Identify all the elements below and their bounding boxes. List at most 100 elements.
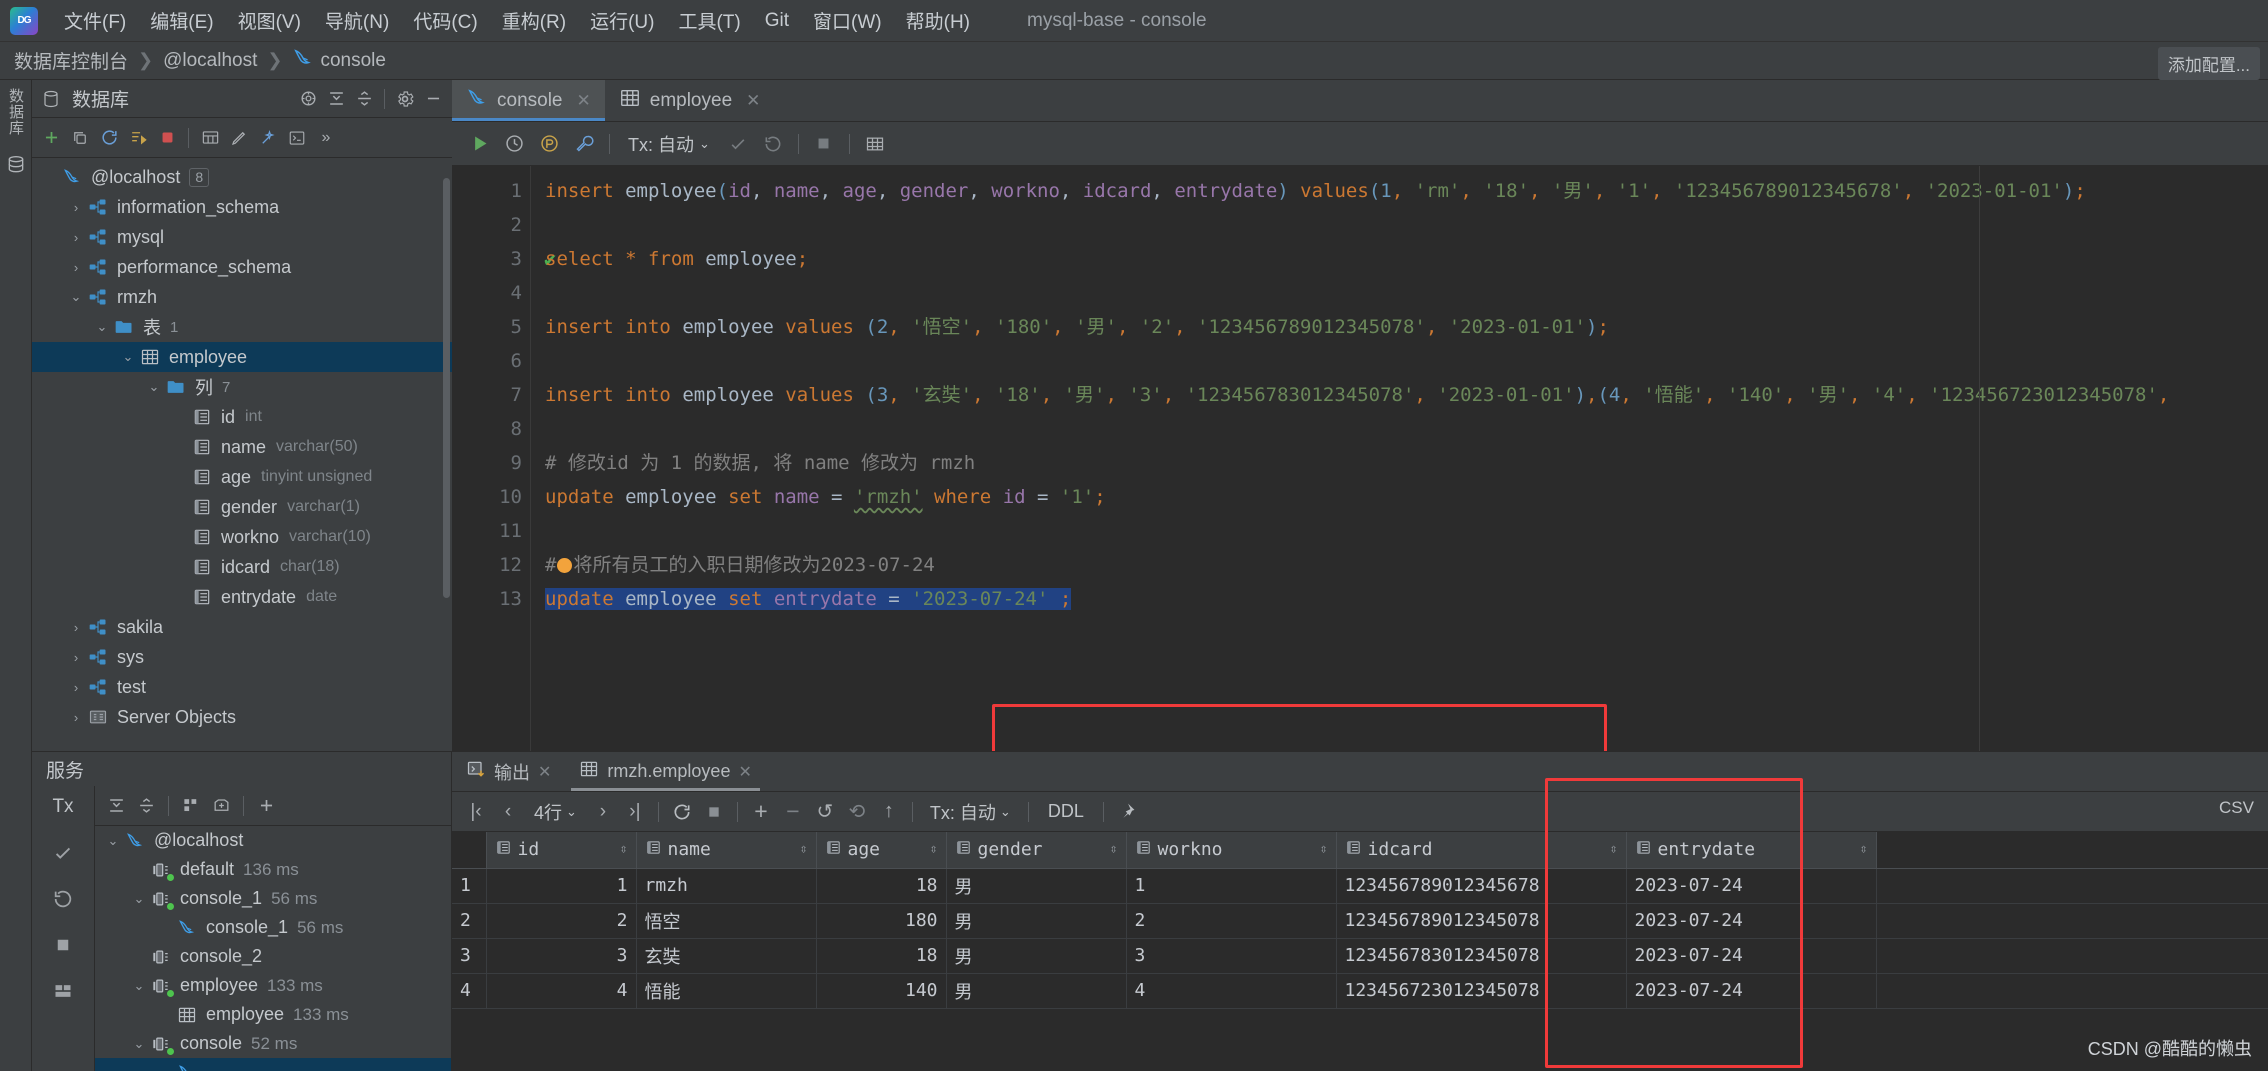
refresh-icon[interactable] (668, 798, 696, 826)
tx-mode-button[interactable]: Tx (48, 792, 78, 822)
close-icon[interactable]: ✕ (538, 762, 551, 782)
code-line[interactable]: insert into employee values (3, '玄奘', '1… (531, 378, 2268, 412)
services-tree-node[interactable]: ⌄ @localhost (95, 826, 451, 855)
db-tree-node[interactable]: id int (32, 402, 452, 432)
menu-code[interactable]: 代码(C) (401, 4, 489, 37)
database-tree[interactable]: @localhost 8 › information_schema › mysql › per… (32, 158, 452, 751)
add-service-icon[interactable] (253, 793, 279, 819)
menu-refactor[interactable]: 重构(R) (490, 4, 578, 37)
explain-plan-icon[interactable] (534, 129, 564, 159)
db-tree-node[interactable]: entrydate date (32, 582, 452, 612)
stop-icon[interactable] (700, 798, 728, 826)
revert-changes-button[interactable]: ↺ (811, 798, 839, 826)
cell-id[interactable]: 2 (486, 903, 637, 939)
cell-id[interactable]: 1 (486, 868, 637, 904)
db-tree-node[interactable]: › test (32, 672, 452, 702)
db-tree-node[interactable]: name varchar(50) (32, 432, 452, 462)
cell-entrydate[interactable]: 2023-07-24 (1626, 938, 1877, 974)
database-stack-icon[interactable] (3, 152, 29, 178)
chevron-right-icon[interactable]: › (66, 620, 86, 635)
add-configuration-button[interactable]: 添加配置... (2157, 47, 2260, 80)
menu-file[interactable]: 文件(F) (52, 4, 138, 37)
refresh-icon[interactable] (96, 125, 122, 151)
menu-help[interactable]: 帮助(H) (894, 4, 982, 37)
magic-icon[interactable] (255, 125, 281, 151)
menu-run[interactable]: 运行(U) (578, 4, 666, 37)
cell-entrydate[interactable]: 2023-07-24 (1626, 868, 1877, 904)
editor-tab-console[interactable]: console ✕ (452, 80, 605, 121)
db-tree-node[interactable]: idcard char(18) (32, 552, 452, 582)
cell-workno[interactable]: 4 (1126, 973, 1337, 1009)
cell-idcard[interactable]: 123456723012345078 (1336, 973, 1627, 1009)
cell-id[interactable]: 4 (486, 973, 637, 1009)
services-tree-node[interactable]: employee 133 ms (95, 1000, 451, 1029)
stop-icon[interactable] (809, 129, 839, 159)
gear-icon[interactable] (392, 86, 418, 112)
expand-all-icon[interactable] (103, 793, 129, 819)
cell-age[interactable]: 18 (816, 868, 947, 904)
code-line[interactable]: insert employee(id, name, age, gender, w… (531, 174, 2268, 208)
cell-entrydate[interactable]: 2023-07-24 (1626, 903, 1877, 939)
last-page-button[interactable]: ›| (621, 798, 649, 826)
cell-name[interactable]: 悟能 (636, 973, 817, 1009)
chevron-down-icon[interactable]: ⌄ (103, 833, 123, 849)
services-tree-node[interactable] (95, 1058, 451, 1071)
results-table[interactable]: id ⇳ name ⇳ age ⇳ gender ⇳ workno ⇳ idcard ⇳ entryda… (452, 832, 2268, 1009)
cell-age[interactable]: 180 (816, 903, 947, 939)
chevron-down-icon[interactable]: ⌄ (118, 349, 138, 365)
cell-name[interactable]: rmzh (636, 868, 817, 904)
services-tree-node[interactable]: ⌄ console 52 ms (95, 1029, 451, 1058)
chevron-right-icon[interactable]: › (66, 260, 86, 275)
add-row-button[interactable]: + (747, 798, 775, 826)
revert-selected-button[interactable]: ⟲ (843, 798, 871, 826)
chevron-down-icon[interactable]: ⌄ (92, 319, 112, 335)
menu-window[interactable]: 窗口(W) (801, 4, 894, 37)
cell-workno[interactable]: 1 (1126, 868, 1337, 904)
layout-icon[interactable] (48, 976, 78, 1006)
collapse-all-icon[interactable] (351, 86, 377, 112)
chevron-down-icon[interactable]: ⌄ (144, 379, 164, 395)
selected-statement[interactable]: update employee set entrydate = '2023-07… (545, 588, 1072, 610)
services-tree-node[interactable]: ⌄ console_1 56 ms (95, 884, 451, 913)
db-tree-node[interactable]: › information_schema (32, 192, 452, 222)
breadcrumb-item-localhost[interactable]: @localhost (163, 50, 257, 72)
chevron-right-icon[interactable]: › (66, 710, 86, 725)
column-header-entrydate[interactable]: entrydate ⇳ (1626, 832, 1877, 869)
cell-gender[interactable]: 男 (946, 938, 1127, 974)
results-tab-输出[interactable]: 输出 ✕ (452, 752, 565, 791)
column-header-name[interactable]: name ⇳ (636, 832, 817, 869)
results-grid[interactable]: id ⇳ name ⇳ age ⇳ gender ⇳ workno ⇳ idcard ⇳ entryda… (452, 832, 2268, 1071)
db-tree-node[interactable]: age tinyint unsigned (32, 462, 452, 492)
sort-arrows-icon[interactable]: ⇳ (1610, 842, 1618, 857)
pin-icon[interactable] (1113, 798, 1141, 826)
expand-all-icon[interactable] (323, 86, 349, 112)
table-row[interactable]: 4 4 悟能 140 男 4 123456723012345078 2023-07-24 (452, 973, 2268, 1009)
code-line[interactable]: update employee set name = 'rmzh' where … (531, 480, 2268, 514)
cell-gender[interactable]: 男 (946, 903, 1127, 939)
sort-arrows-icon[interactable]: ⇳ (800, 842, 808, 857)
commit-icon[interactable] (48, 838, 78, 868)
menu-edit[interactable]: 编辑(E) (138, 4, 225, 37)
stop-session-icon[interactable] (48, 930, 78, 960)
chevron-right-icon[interactable]: › (66, 680, 86, 695)
stop-icon[interactable] (154, 125, 180, 151)
cell-age[interactable]: 18 (816, 938, 947, 974)
duplicate-icon[interactable] (67, 125, 93, 151)
cell-name[interactable]: 悟空 (636, 903, 817, 939)
first-page-button[interactable]: |‹ (462, 798, 490, 826)
close-icon[interactable]: ✕ (577, 91, 591, 111)
code-line[interactable]: # 修改id 为 1 的数据, 将 name 修改为 rmzh (531, 446, 2268, 480)
chevron-right-icon[interactable]: › (66, 650, 86, 665)
submit-changes-button[interactable]: ↑ (875, 798, 903, 826)
db-tree-node[interactable]: ⌄ 列 7 (32, 372, 452, 402)
code-line[interactable] (531, 412, 2268, 446)
cell-workno[interactable]: 3 (1126, 938, 1337, 974)
sync-settings-icon[interactable] (295, 86, 321, 112)
history-icon[interactable] (499, 129, 529, 159)
db-tree-node[interactable]: › sys (32, 642, 452, 672)
column-header-age[interactable]: age ⇳ (816, 832, 947, 869)
db-tree-node[interactable]: ⌄ employee (32, 342, 452, 372)
column-header-workno[interactable]: workno ⇳ (1126, 832, 1337, 869)
group-by-icon[interactable] (178, 793, 204, 819)
sort-arrows-icon[interactable]: ⇳ (620, 842, 628, 857)
